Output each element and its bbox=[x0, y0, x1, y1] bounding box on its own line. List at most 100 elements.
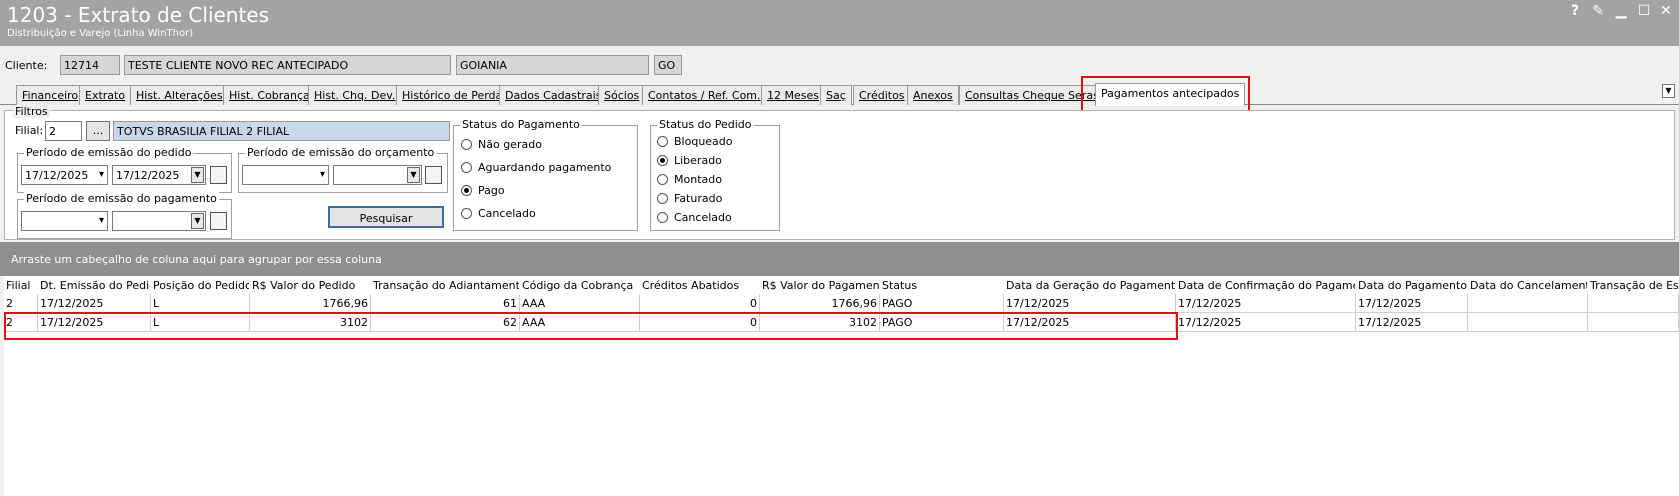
tab-financeiro[interactable]: Financeiro bbox=[16, 85, 85, 105]
radio-label: Pago bbox=[478, 184, 505, 197]
tab-hist-cobranca[interactable]: Hist. Cobrança bbox=[223, 85, 316, 105]
radio-selected-icon[interactable] bbox=[461, 185, 472, 196]
title-bar: 1203 - Extrato de Clientes Distribuição … bbox=[0, 0, 1679, 44]
dropdown-arrow-icon[interactable]: ▼ bbox=[191, 167, 204, 183]
table-row[interactable]: 2 17/12/2025 L 1766,96 61 AAA 0 1766,96 … bbox=[4, 294, 1679, 313]
tab-dados-cadastrais[interactable]: Dados Cadastrais bbox=[499, 85, 608, 105]
column-header[interactable]: Data do Cancelamento bbox=[1468, 276, 1588, 294]
status-pedido-cancelado[interactable]: Cancelado bbox=[657, 211, 732, 224]
filial-input[interactable]: 2 bbox=[45, 121, 82, 141]
calendar-icon[interactable] bbox=[210, 166, 227, 184]
filters-title: Filtros bbox=[13, 105, 50, 118]
calendar-icon[interactable] bbox=[425, 166, 442, 184]
tab-creditos[interactable]: Créditos bbox=[853, 85, 911, 105]
tab-anexos[interactable]: Anexos bbox=[907, 85, 959, 105]
periodo-pagamento-group: Período de emissão do pagamento ▾ ▼ bbox=[17, 192, 232, 239]
cell-transacao-estorno bbox=[1588, 294, 1679, 313]
periodo-pedido-from[interactable]: 17/12/2025 ▾ bbox=[21, 165, 108, 185]
tab-scroll-icon[interactable]: ▼ bbox=[1662, 84, 1675, 98]
column-header[interactable]: R$ Valor do Pagamento bbox=[760, 276, 880, 294]
status-pagamento-aguardando[interactable]: Aguardando pagamento bbox=[461, 161, 611, 174]
status-pagamento-nao-gerado[interactable]: Não gerado bbox=[461, 138, 542, 151]
column-header[interactable]: Transação de Esto bbox=[1588, 276, 1679, 294]
status-pagamento-pago[interactable]: Pago bbox=[461, 184, 505, 197]
frame-divider bbox=[0, 44, 1679, 46]
cell-cobranca: AAA bbox=[520, 294, 640, 313]
periodo-pagamento-title: Período de emissão do pagamento bbox=[24, 192, 219, 205]
radio-icon[interactable] bbox=[657, 193, 668, 204]
column-header[interactable]: Dt. Emissão do Pedido bbox=[38, 276, 151, 294]
periodo-pedido-to-value: 17/12/2025 bbox=[116, 169, 180, 182]
group-by-bar[interactable]: Arraste um cabeçalho de coluna aqui para… bbox=[0, 242, 1679, 276]
chevron-down-icon[interactable]: ▾ bbox=[320, 169, 325, 180]
chevron-down-icon[interactable]: ▾ bbox=[99, 215, 104, 226]
column-header[interactable]: Transação do Adiantamento bbox=[371, 276, 520, 294]
cell-data-pagamento: 17/12/2025 bbox=[1356, 294, 1468, 313]
calendar-icon[interactable] bbox=[210, 212, 227, 230]
periodo-orcamento-to[interactable]: ▼ bbox=[333, 165, 422, 185]
status-pagamento-cancelado[interactable]: Cancelado bbox=[461, 207, 536, 220]
minimize-icon[interactable]: ▁ bbox=[1611, 3, 1631, 19]
radio-icon[interactable] bbox=[657, 136, 668, 147]
client-name-field[interactable]: TESTE CLIENTE NOVO REC ANTECIPADO bbox=[124, 55, 451, 75]
periodo-pagamento-to[interactable]: ▼ bbox=[112, 211, 206, 231]
radio-label: Liberado bbox=[674, 154, 722, 167]
status-pedido-montado[interactable]: Montado bbox=[657, 173, 722, 186]
cell-data-geracao: 17/12/2025 bbox=[1004, 294, 1176, 313]
column-header[interactable]: Data da Geração do Pagamento bbox=[1004, 276, 1176, 294]
results-grid: Filial Dt. Emissão do Pedido Posição do … bbox=[4, 276, 1679, 496]
help-icon[interactable]: ? bbox=[1565, 3, 1585, 19]
tab-hist-alteracoes[interactable]: Hist. Alterações bbox=[130, 85, 229, 105]
column-header[interactable]: R$ Valor do Pedido bbox=[250, 276, 371, 294]
cell-data-cancelamento bbox=[1468, 313, 1588, 332]
periodo-pagamento-from[interactable]: ▾ bbox=[21, 211, 108, 231]
status-pedido-group: Status do Pedido Bloqueado Liberado Mont… bbox=[650, 118, 780, 231]
column-header[interactable]: Créditos Abatidos bbox=[640, 276, 760, 294]
tab-extrato[interactable]: Extrato bbox=[79, 85, 132, 105]
tab-historico-perda[interactable]: Histórico de Perda bbox=[396, 85, 509, 105]
status-pedido-liberado[interactable]: Liberado bbox=[657, 154, 722, 167]
periodo-orcamento-from[interactable]: ▾ bbox=[242, 165, 329, 185]
periodo-pedido-to[interactable]: 17/12/2025 ▼ bbox=[112, 165, 206, 185]
cell-dt-emissao: 17/12/2025 bbox=[38, 294, 151, 313]
radio-icon[interactable] bbox=[461, 208, 472, 219]
radio-label: Faturado bbox=[674, 192, 723, 205]
cell-valor-pagamento: 1766,96 bbox=[760, 294, 880, 313]
close-icon[interactable]: ✕ bbox=[1656, 3, 1676, 19]
cell-creditos: 0 bbox=[640, 294, 760, 313]
radio-icon[interactable] bbox=[461, 162, 472, 173]
client-state-field[interactable]: GO bbox=[654, 55, 682, 75]
cell-data-confirmacao: 17/12/2025 bbox=[1176, 294, 1356, 313]
dropdown-arrow-icon[interactable]: ▼ bbox=[407, 167, 420, 183]
radio-icon[interactable] bbox=[657, 174, 668, 185]
maximize-icon[interactable]: ☐ bbox=[1634, 3, 1654, 19]
radio-icon[interactable] bbox=[657, 212, 668, 223]
chevron-down-icon[interactable]: ▾ bbox=[99, 169, 104, 180]
tab-12-meses[interactable]: 12 Meses bbox=[761, 85, 825, 105]
column-header[interactable]: Status bbox=[880, 276, 1004, 294]
edit-icon[interactable]: ✎ bbox=[1588, 3, 1608, 19]
window-title: 1203 - Extrato de Clientes bbox=[7, 3, 270, 27]
periodo-orcamento-title: Período de emissão do orçamento bbox=[245, 146, 437, 159]
column-header[interactable]: Filial bbox=[4, 276, 38, 294]
tab-socios[interactable]: Sócios bbox=[598, 85, 646, 105]
column-header[interactable]: Data de Confirmação do Pagamento bbox=[1176, 276, 1356, 294]
radio-selected-icon[interactable] bbox=[657, 155, 668, 166]
column-header[interactable]: Data do Pagamento bbox=[1356, 276, 1468, 294]
filial-search-button[interactable]: ... bbox=[86, 121, 110, 141]
status-pedido-faturado[interactable]: Faturado bbox=[657, 192, 722, 205]
column-header[interactable]: Posição do Pedido bbox=[151, 276, 250, 294]
dropdown-arrow-icon[interactable]: ▼ bbox=[191, 213, 204, 229]
cell-posicao: L bbox=[151, 294, 250, 313]
tab-sac[interactable]: Saç bbox=[820, 85, 852, 105]
tab-hist-chq-dev[interactable]: Hist. Chq. Dev. bbox=[308, 85, 402, 105]
column-header[interactable]: Código da Cobrança bbox=[520, 276, 640, 294]
status-pedido-bloqueado[interactable]: Bloqueado bbox=[657, 135, 733, 148]
radio-label: Aguardando pagamento bbox=[478, 161, 612, 174]
radio-icon[interactable] bbox=[461, 139, 472, 150]
client-code-field[interactable]: 12714 bbox=[60, 55, 120, 75]
tab-contatos[interactable]: Contatos / Ref. Com. bbox=[642, 85, 767, 105]
pesquisar-button[interactable]: Pesquisar bbox=[328, 206, 444, 228]
cell-status: PAGO bbox=[880, 294, 1004, 313]
client-city-field[interactable]: GOIANIA bbox=[456, 55, 649, 75]
